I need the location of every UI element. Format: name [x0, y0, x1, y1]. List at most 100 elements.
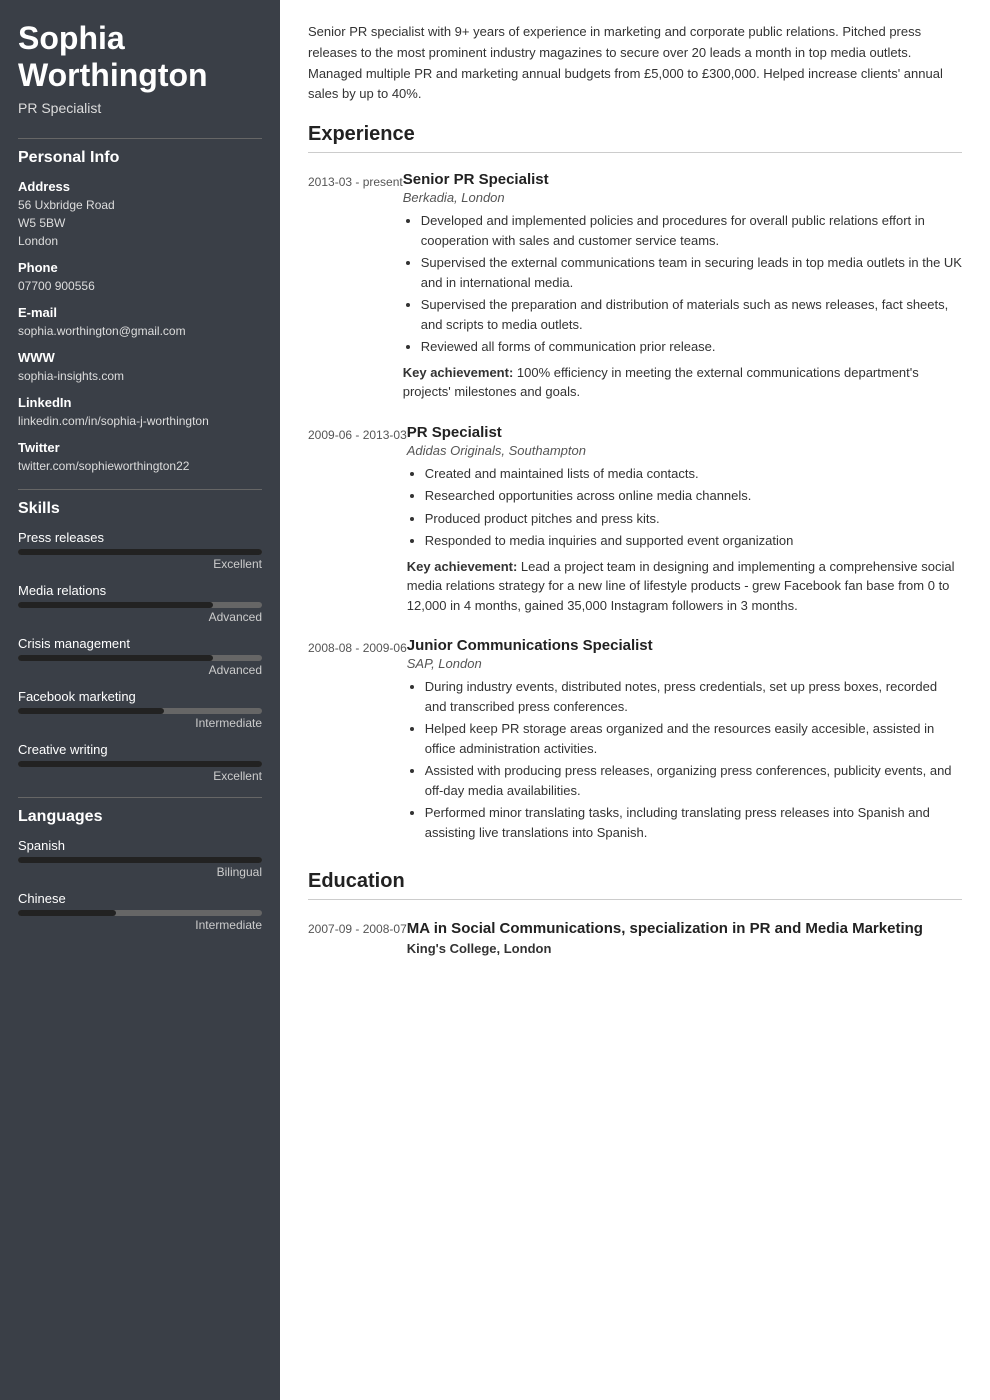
address-line3: London [18, 232, 262, 250]
skills-heading: Skills [18, 500, 262, 518]
language-bar-fill [18, 857, 262, 863]
edu-date: 2007-09 - 2008-07 [308, 918, 407, 956]
linkedin-value: linkedin.com/in/sophia-j-worthington [18, 412, 262, 430]
skill-bar-bg [18, 761, 262, 767]
exp-company: Berkadia, London [403, 190, 962, 205]
key-achievement: Key achievement: 100% efficiency in meet… [403, 363, 962, 402]
experience-block: 2008-08 - 2009-06 Junior Communications … [308, 637, 962, 848]
bullet-item: Performed minor translating tasks, inclu… [425, 803, 962, 842]
edu-details: MA in Social Communications, specializat… [407, 918, 962, 956]
skill-bar-fill [18, 708, 164, 714]
skill-bar-bg [18, 708, 262, 714]
bullet-item: During industry events, distributed note… [425, 677, 962, 716]
exp-title: PR Specialist [407, 424, 962, 441]
skill-item: Creative writing Excellent [18, 742, 262, 783]
bullet-item: Researched opportunities across online m… [425, 486, 962, 506]
experience-block: 2013-03 - present Senior PR Specialist B… [308, 171, 962, 402]
education-heading: Education [308, 870, 962, 900]
bullet-item: Supervised the preparation and distribut… [421, 295, 962, 334]
summary-text: Senior PR specialist with 9+ years of ex… [308, 22, 962, 105]
exp-company: Adidas Originals, Southampton [407, 443, 962, 458]
personal-info-heading: Personal Info [18, 149, 262, 167]
divider [18, 138, 262, 139]
key-achievement: Key achievement: Lead a project team in … [407, 557, 962, 616]
address-line2: W5 5BW [18, 214, 262, 232]
skill-item: Media relations Advanced [18, 583, 262, 624]
skills-container: Press releases Excellent Media relations… [18, 530, 262, 783]
experience-container: 2013-03 - present Senior PR Specialist B… [308, 171, 962, 848]
experience-block: 2009-06 - 2013-03 PR Specialist Adidas O… [308, 424, 962, 616]
email-label: E-mail [18, 305, 262, 320]
skill-item: Press releases Excellent [18, 530, 262, 571]
www-label: WWW [18, 350, 262, 365]
language-level: Bilingual [18, 865, 262, 879]
candidate-name: Sophia Worthington [18, 20, 262, 94]
education-container: 2007-09 - 2008-07 MA in Social Communica… [308, 918, 962, 956]
skill-bar-fill [18, 655, 213, 661]
language-level: Intermediate [18, 918, 262, 932]
education-block: 2007-09 - 2008-07 MA in Social Communica… [308, 918, 962, 956]
skill-name: Facebook marketing [18, 689, 262, 704]
exp-date: 2013-03 - present [308, 171, 403, 402]
email-value: sophia.worthington@gmail.com [18, 322, 262, 340]
skill-bar-fill [18, 761, 262, 767]
language-bar-fill [18, 910, 116, 916]
exp-date: 2009-06 - 2013-03 [308, 424, 407, 616]
exp-bullets: Developed and implemented policies and p… [403, 211, 962, 357]
twitter-value: twitter.com/sophieworthington22 [18, 457, 262, 475]
exp-date: 2008-08 - 2009-06 [308, 637, 407, 848]
www-value: sophia-insights.com [18, 367, 262, 385]
language-bar-bg [18, 910, 262, 916]
skill-bar-bg [18, 602, 262, 608]
exp-details: Junior Communications Specialist SAP, Lo… [407, 637, 962, 848]
exp-title: Junior Communications Specialist [407, 637, 962, 654]
edu-title: MA in Social Communications, specializat… [407, 918, 962, 939]
linkedin-label: LinkedIn [18, 395, 262, 410]
candidate-title: PR Specialist [18, 100, 262, 116]
bullet-item: Supervised the external communications t… [421, 253, 962, 292]
edu-school: King's College, London [407, 941, 962, 956]
skill-name: Crisis management [18, 636, 262, 651]
skill-name: Media relations [18, 583, 262, 598]
skill-level: Excellent [18, 557, 262, 571]
skill-name: Press releases [18, 530, 262, 545]
bullet-item: Created and maintained lists of media co… [425, 464, 962, 484]
language-name: Spanish [18, 838, 262, 853]
divider-languages [18, 797, 262, 798]
bullet-item: Responded to media inquiries and support… [425, 531, 962, 551]
sidebar: Sophia Worthington PR Specialist Persona… [0, 0, 280, 1400]
skill-level: Advanced [18, 663, 262, 677]
phone-value: 07700 900556 [18, 277, 262, 295]
bullet-item: Reviewed all forms of communication prio… [421, 337, 962, 357]
skill-item: Facebook marketing Intermediate [18, 689, 262, 730]
exp-details: Senior PR Specialist Berkadia, London De… [403, 171, 962, 402]
bullet-item: Developed and implemented policies and p… [421, 211, 962, 250]
address-label: Address [18, 179, 262, 194]
bullet-item: Produced product pitches and press kits. [425, 509, 962, 529]
exp-bullets: During industry events, distributed note… [407, 677, 962, 842]
skill-name: Creative writing [18, 742, 262, 757]
language-bar-bg [18, 857, 262, 863]
bullet-item: Assisted with producing press releases, … [425, 761, 962, 800]
languages-heading: Languages [18, 808, 262, 826]
exp-company: SAP, London [407, 656, 962, 671]
bullet-item: Helped keep PR storage areas organized a… [425, 719, 962, 758]
skill-bar-fill [18, 602, 213, 608]
skill-bar-fill [18, 549, 262, 555]
divider-skills [18, 489, 262, 490]
address-line1: 56 Uxbridge Road [18, 196, 262, 214]
phone-label: Phone [18, 260, 262, 275]
skill-level: Advanced [18, 610, 262, 624]
skill-bar-bg [18, 655, 262, 661]
exp-title: Senior PR Specialist [403, 171, 962, 188]
language-item: Chinese Intermediate [18, 891, 262, 932]
languages-container: Spanish Bilingual Chinese Intermediate [18, 838, 262, 932]
experience-heading: Experience [308, 123, 962, 153]
exp-bullets: Created and maintained lists of media co… [407, 464, 962, 551]
main-content: Senior PR specialist with 9+ years of ex… [280, 0, 990, 1400]
language-name: Chinese [18, 891, 262, 906]
skill-bar-bg [18, 549, 262, 555]
skill-level: Intermediate [18, 716, 262, 730]
twitter-label: Twitter [18, 440, 262, 455]
skill-level: Excellent [18, 769, 262, 783]
